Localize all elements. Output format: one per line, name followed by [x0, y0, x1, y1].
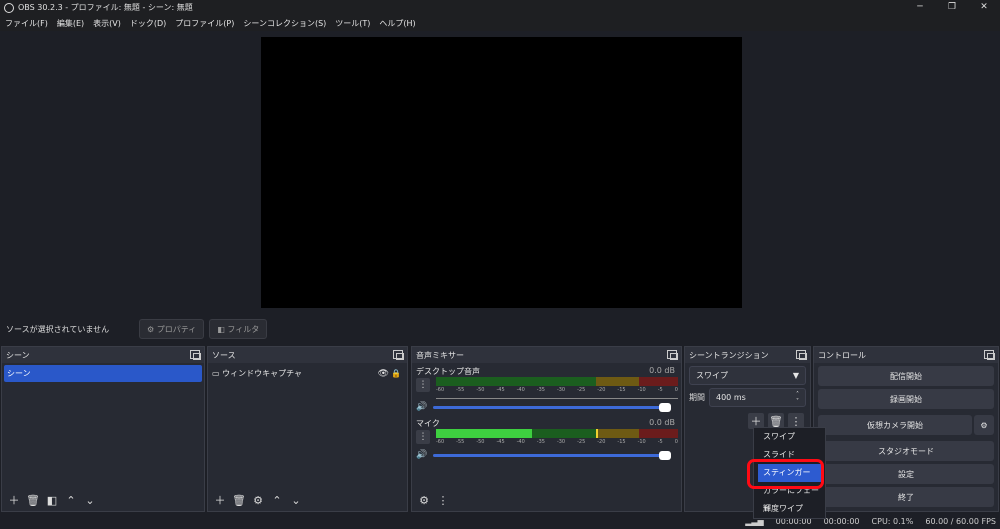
menu-profile[interactable]: プロファイル(P)	[175, 18, 234, 29]
mixer-channel-desktop: デスクトップ音声 0.0 dB ⋮ -60 -55 -50 -45 -40 -35 -30-…	[412, 363, 681, 415]
channel-db: 0.0 dB	[649, 418, 675, 427]
scenes-dock: シーン シーン ＋ 🗑 ◧ ⌃ ⌄	[1, 346, 205, 512]
preview-area	[0, 31, 1000, 314]
undock-icon[interactable]	[393, 350, 404, 360]
menu-item-swipe[interactable]: スワイプ	[754, 428, 825, 446]
menu-help[interactable]: ヘルプ(H)	[379, 18, 415, 29]
undock-icon[interactable]	[984, 350, 995, 360]
no-source-selected-label: ソースが選択されていません	[6, 324, 110, 334]
properties-button[interactable]: ⚙ プロパティ	[139, 319, 205, 339]
title-bar: OBS 30.2.3 - プロファイル: 無題 - シーン: 無題 ─ ❐ ✕	[0, 0, 1000, 15]
studio-mode-button[interactable]: スタジオモード	[818, 441, 994, 461]
transition-selected: スワイプ	[696, 371, 728, 380]
source-item[interactable]: ▭ ウィンドウキャプチャ 👁 🔒	[212, 365, 403, 382]
window-icon: ▭	[212, 369, 223, 378]
channel-menu-button[interactable]: ⋮	[416, 430, 430, 444]
start-recording-button[interactable]: 録画開始	[818, 389, 994, 409]
channel-menu-button[interactable]: ⋮	[416, 378, 430, 392]
mixer-channel-mic: マイク 0.0 dB ⋮ -60 -55 -50 -45 -40 -35 -30 -25 -20…	[412, 415, 681, 463]
close-button[interactable]: ✕	[968, 0, 1000, 15]
spinner-icon[interactable]: ˄ ˅	[796, 391, 799, 405]
exit-button[interactable]: 終了	[818, 487, 994, 507]
menu-dock[interactable]: ドック(D)	[130, 18, 166, 29]
duration-input[interactable]: 400 ms ˄ ˅	[709, 388, 806, 407]
source-properties-button[interactable]: ⚙	[250, 492, 266, 508]
duration-value: 400 ms	[716, 393, 746, 402]
visibility-eye-icon[interactable]: 👁	[378, 369, 389, 379]
fps-counter: 60.00 / 60.00 FPS	[925, 517, 996, 526]
menu-bar: ファイル(F) 編集(E) 表示(V) ドック(D) プロファイル(P) シーン…	[0, 15, 1000, 31]
scene-item[interactable]: シーン	[4, 365, 202, 382]
menu-item-luma-wipe[interactable]: 輝度ワイプ	[754, 500, 825, 518]
level-meter	[436, 377, 678, 386]
menu-edit[interactable]: 編集(E)	[57, 18, 84, 29]
properties-label: プロパティ	[156, 324, 197, 334]
source-toolbar: ソースが選択されていません ⚙ プロパティ ◧ フィルタ	[0, 314, 1000, 344]
duration-label: 期間	[689, 393, 705, 402]
cpu-usage: CPU: 0.1%	[871, 517, 914, 526]
menu-scene-collection[interactable]: シーンコレクション(S)	[243, 18, 326, 29]
move-down-button[interactable]: ⌄	[82, 492, 98, 508]
mixer-title: 音声ミキサー	[416, 350, 464, 360]
audio-mixer-dock: 音声ミキサー デスクトップ音声 0.0 dB ⋮ -60 -55 -50 -45 -40…	[411, 346, 682, 512]
move-up-button[interactable]: ⌃	[269, 492, 285, 508]
controls-title: コントロール	[818, 350, 866, 360]
chevron-down-icon: ▼	[792, 371, 799, 380]
status-bar: ▂▃▅ 00:00:00 00:00:00 CPU: 0.1% 60.00 / …	[0, 514, 1000, 529]
transition-select[interactable]: スワイプ ▼	[689, 366, 806, 385]
undock-icon[interactable]	[190, 350, 201, 360]
virtual-camera-settings-gear-icon[interactable]: ⚙	[974, 415, 994, 435]
menu-tools[interactable]: ツール(T)	[335, 18, 370, 29]
source-name: ウィンドウキャプチャ	[222, 369, 303, 378]
channel-name: マイク	[416, 419, 440, 428]
advanced-audio-gear-icon[interactable]: ⚙	[416, 492, 432, 508]
window-title: OBS 30.2.3 - プロファイル: 無題 - シーン: 無題	[18, 3, 193, 12]
slider-knob[interactable]	[659, 450, 672, 460]
undock-icon[interactable]	[667, 350, 678, 360]
start-virtual-camera-button[interactable]: 仮想カメラ開始	[818, 415, 972, 435]
recording-time: 00:00:00	[823, 517, 860, 526]
settings-button[interactable]: 設定	[818, 464, 994, 484]
highlight-annotation	[747, 459, 824, 489]
preview-canvas[interactable]	[261, 37, 742, 308]
slider-knob[interactable]	[659, 402, 672, 412]
undock-icon[interactable]	[796, 350, 807, 360]
filter-icon: ◧	[217, 324, 228, 334]
mixer-menu-button[interactable]: ⋮	[435, 492, 451, 508]
transitions-title: シーントランジション	[689, 350, 769, 360]
sources-dock: ソース ▭ ウィンドウキャプチャ 👁 🔒 ＋ 🗑 ⚙ ⌃ ⌄	[207, 346, 408, 512]
scenes-title: シーン	[6, 350, 30, 360]
move-up-button[interactable]: ⌃	[63, 492, 79, 508]
move-down-button[interactable]: ⌄	[288, 492, 304, 508]
minimize-button[interactable]: ─	[904, 0, 936, 15]
gear-icon: ⚙	[147, 324, 157, 334]
add-scene-button[interactable]: ＋	[6, 492, 22, 508]
start-streaming-button[interactable]: 配信開始	[818, 366, 994, 386]
filters-label: フィルタ	[227, 324, 260, 334]
lock-icon[interactable]: 🔒	[391, 369, 401, 378]
level-meter	[436, 429, 678, 438]
remove-source-button[interactable]: 🗑	[231, 492, 247, 508]
sources-title: ソース	[212, 350, 236, 360]
speaker-icon[interactable]: 🔊	[416, 402, 427, 412]
channel-name: デスクトップ音声	[416, 367, 480, 376]
filters-button[interactable]: ◧ フィルタ	[209, 319, 268, 339]
volume-slider[interactable]	[433, 450, 672, 460]
menu-view[interactable]: 表示(V)	[93, 18, 121, 29]
volume-slider[interactable]	[433, 402, 672, 412]
menu-file[interactable]: ファイル(F)	[5, 18, 48, 29]
speaker-icon[interactable]: 🔊	[416, 450, 427, 460]
controls-dock: コントロール 配信開始 録画開始 仮想カメラ開始 ⚙ スタジオモード 設定 終了	[813, 346, 999, 512]
meter-ticks: -60 -55 -50 -45 -40 -35 -30 -25 -20 -15 -10 -5 0	[436, 439, 678, 445]
obs-logo-icon	[4, 2, 14, 13]
channel-db: 0.0 dB	[649, 366, 675, 375]
scene-filter-button[interactable]: ◧	[44, 492, 60, 508]
maximize-button[interactable]: ❐	[936, 0, 968, 15]
meter-ticks: -60 -55 -50 -45 -40 -35 -30 -25 -20 -15 -10 -5 0	[436, 387, 678, 393]
add-source-button[interactable]: ＋	[212, 492, 228, 508]
remove-scene-button[interactable]: 🗑	[25, 492, 41, 508]
